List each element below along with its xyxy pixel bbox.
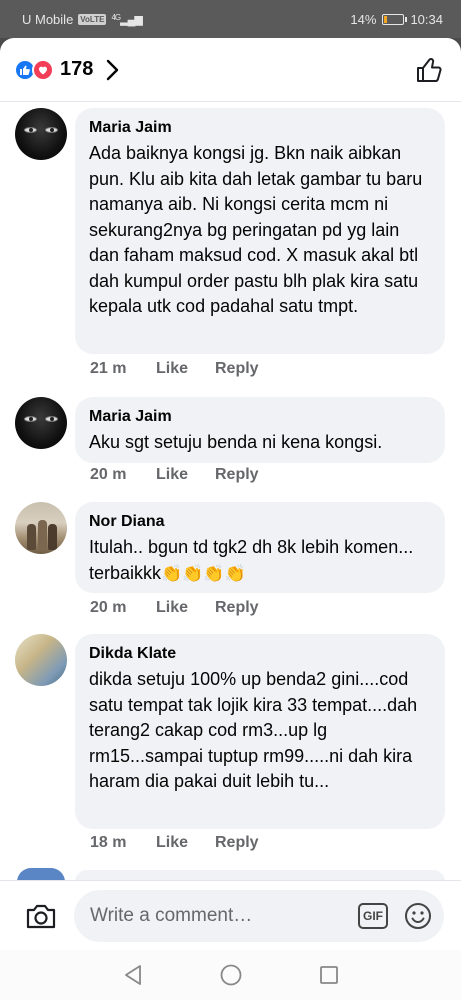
thumbs-up-icon: [417, 57, 442, 82]
comment-actions: 20 m Like Reply: [90, 466, 259, 484]
reply-button[interactable]: Reply: [215, 466, 259, 484]
back-button[interactable]: [119, 961, 147, 989]
comments-sheet: 178 Maria Jaim Ada baiknya kongsi jg. Bk…: [0, 38, 461, 1000]
reply-button[interactable]: Reply: [215, 360, 259, 378]
comment-actions: 18 m Like Reply: [90, 834, 259, 852]
volte-badge: VoLTE: [78, 13, 107, 25]
reactions-header: 178: [0, 38, 461, 102]
comment-author[interactable]: Dikda Klate: [89, 644, 431, 664]
chevron-right-icon[interactable]: [105, 59, 119, 81]
emoji-button[interactable]: [404, 902, 432, 930]
love-reaction-icon: [32, 58, 54, 81]
like-comment-button[interactable]: Like: [156, 466, 215, 484]
recents-button[interactable]: [315, 961, 343, 989]
clock: 10:34: [410, 11, 443, 27]
comment-text: dikda setuju 100% up benda2 gini....cod …: [89, 669, 418, 791]
avatar[interactable]: [15, 108, 67, 160]
clapping-hands-emoji: 👏👏👏👏: [161, 563, 246, 583]
reaction-count: 178: [60, 58, 94, 80]
like-comment-button[interactable]: Like: [156, 599, 215, 617]
status-bar: U Mobile VoLTE 4G▂▄▆ 14% 10:34: [0, 0, 461, 38]
comment-timestamp: 21 m: [90, 360, 127, 377]
comment-text: Aku sgt setuju benda ni kena kongsi.: [89, 432, 383, 452]
back-triangle-icon: [124, 965, 141, 985]
comment-author[interactable]: Maria Jaim: [89, 407, 431, 427]
comment-author[interactable]: Nor Diana: [89, 512, 431, 532]
comment-timestamp: 18 m: [90, 834, 127, 851]
carrier-name: U Mobile: [22, 11, 74, 27]
avatar[interactable]: [15, 397, 67, 449]
like-comment-button[interactable]: Like: [156, 360, 215, 378]
avatar[interactable]: [15, 502, 67, 554]
reply-button[interactable]: Reply: [215, 599, 259, 617]
comment-actions: 21 m Like Reply: [90, 360, 259, 378]
reactions-summary[interactable]: 178: [14, 58, 119, 81]
battery-level-fill: [384, 15, 387, 23]
comment-text-body: Itulah.. bgun td tgk2 dh 8k lebih komen.…: [89, 537, 414, 583]
comment-actions: 20 m Like Reply: [90, 599, 259, 617]
recents-square-icon: [319, 966, 338, 984]
like-post-button[interactable]: [415, 56, 443, 84]
home-button[interactable]: [217, 961, 245, 989]
comment-timestamp: 20 m: [90, 466, 127, 483]
camera-icon: [26, 904, 56, 928]
comment-input-wrapper: GIF: [74, 889, 444, 942]
signal-icon: 4G▂▄▆: [111, 12, 142, 26]
comment-bubble[interactable]: Nor Diana Itulah.. bgun td tgk2 dh 8k le…: [75, 502, 445, 593]
comment-text: Ada baiknya kongsi jg. Bkn naik aibkan p…: [89, 143, 423, 316]
comment-author[interactable]: Maria Jaim: [89, 118, 431, 138]
home-circle-icon: [220, 964, 241, 986]
comment-text: Itulah.. bgun td tgk2 dh 8k lebih komen.…: [89, 535, 431, 586]
system-nav-bar: [0, 950, 461, 1000]
comment-bubble[interactable]: Maria Jaim Ada baiknya kongsi jg. Bkn na…: [75, 108, 445, 354]
battery-percent: 14%: [350, 11, 377, 27]
comment-bubble[interactable]: Dikda Klate dikda setuju 100% up benda2 …: [75, 634, 445, 829]
reply-button[interactable]: Reply: [215, 834, 259, 852]
comment-bubble[interactable]: Maria Jaim Aku sgt setuju benda ni kena …: [75, 397, 445, 463]
comment-timestamp: 20 m: [90, 599, 127, 616]
network-type: 4G: [111, 12, 121, 22]
comment-composer: GIF: [0, 880, 461, 950]
smiley-icon: [405, 902, 431, 929]
gif-button[interactable]: GIF: [358, 902, 388, 929]
battery-icon: [382, 13, 408, 25]
like-comment-button[interactable]: Like: [156, 834, 215, 852]
avatar[interactable]: [15, 634, 67, 686]
comment-input[interactable]: [90, 904, 358, 927]
camera-button[interactable]: [24, 902, 58, 930]
